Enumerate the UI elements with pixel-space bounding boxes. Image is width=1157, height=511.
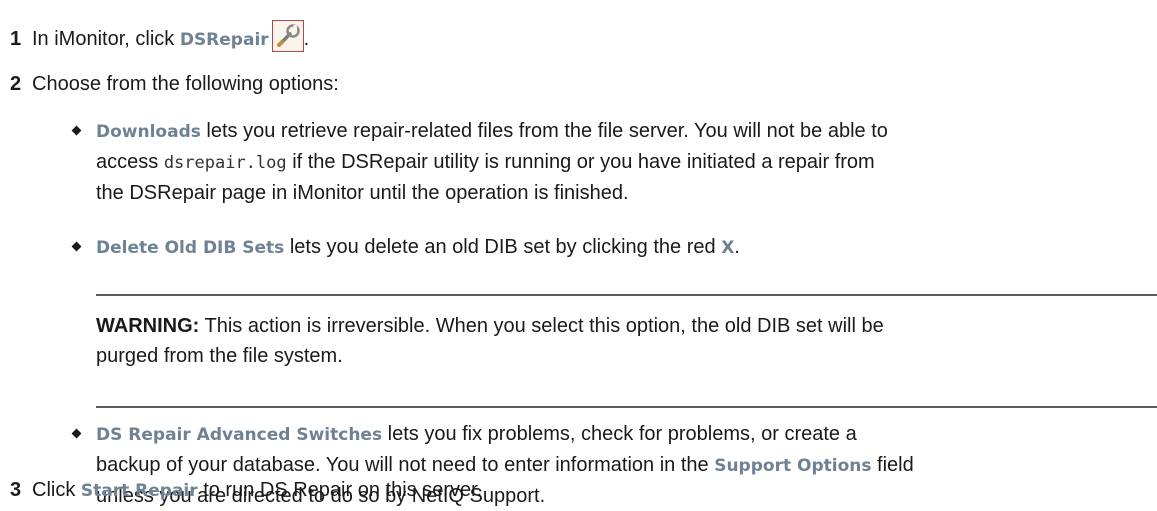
step-text: Click <box>32 479 81 501</box>
diamond-bullet-icon <box>71 241 82 252</box>
wrench-tool-icon <box>271 20 304 52</box>
step-text-end: . <box>303 28 310 50</box>
option-downloads: Downloads lets you retrieve repair-relat… <box>71 116 1157 208</box>
diamond-bullet-icon <box>71 125 82 136</box>
text-line: Delete Old DIB Sets lets you delete an o… <box>96 232 1157 263</box>
option-text: lets you fix problems, check for problem… <box>382 423 857 445</box>
red-x-label: X <box>721 238 735 258</box>
step-number: 3 <box>10 479 22 501</box>
text-line: DS Repair Advanced Switches lets you fix… <box>96 419 1157 450</box>
support-options-label: Support Options <box>714 456 872 476</box>
step-number: 1 <box>10 28 22 50</box>
option-text: backup of your database. You will not ne… <box>96 454 715 476</box>
warning-line: purged from the file system. <box>96 345 343 367</box>
document-page: 1 In iMonitor, click DSRepair . 2 Choose f… <box>0 0 1157 507</box>
option-text: the DSRepair page in iMonitor until the … <box>96 182 629 204</box>
step-1: 1 In iMonitor, click DSRepair . <box>10 20 309 52</box>
downloads-label: Downloads <box>96 122 201 142</box>
dsrepair-label: DSRepair <box>179 30 269 50</box>
warning-label: WARNING: <box>96 315 200 337</box>
step-text: In iMonitor, click <box>32 28 180 50</box>
diamond-bullet-icon <box>71 428 82 439</box>
step-3: 3 Click Start Repair to run DS Repair on … <box>10 478 482 503</box>
start-repair-label: Start Repair <box>80 481 198 501</box>
step-text: Choose from the following options: <box>32 73 339 95</box>
warning-box: WARNING: This action is irreversible. Wh… <box>96 294 1157 408</box>
option-text: if the DSRepair utility is running or yo… <box>286 151 875 173</box>
step-2: 2 Choose from the following options: <box>10 72 339 96</box>
option-delete-old-dib-sets: Delete Old DIB Sets lets you delete an o… <box>71 232 1157 263</box>
text-line: access dsrepair.log if the DSRepair util… <box>96 147 1157 178</box>
text-line: backup of your database. You will not ne… <box>96 450 1157 481</box>
dsrepair-log-filename: dsrepair.log <box>163 153 287 173</box>
delete-old-dib-sets-label: Delete Old DIB Sets <box>96 238 285 258</box>
step-number: 2 <box>10 73 22 95</box>
option-text: lets you retrieve repair-related files f… <box>200 120 888 142</box>
step-text-end: to run DS Repair on this server. <box>197 479 483 501</box>
option-text: lets you delete an old DIB set by clicki… <box>284 236 722 258</box>
option-text: field <box>871 454 914 476</box>
warning-text: WARNING: This action is irreversible. Wh… <box>96 311 1157 371</box>
option-text: access <box>96 151 164 173</box>
text-line: the DSRepair page in iMonitor until the … <box>96 178 1157 208</box>
ds-repair-advanced-switches-label: DS Repair Advanced Switches <box>96 425 383 445</box>
warning-line: This action is irreversible. When you se… <box>199 315 884 337</box>
option-text: . <box>734 236 740 258</box>
text-line: Downloads lets you retrieve repair-relat… <box>96 116 1157 147</box>
